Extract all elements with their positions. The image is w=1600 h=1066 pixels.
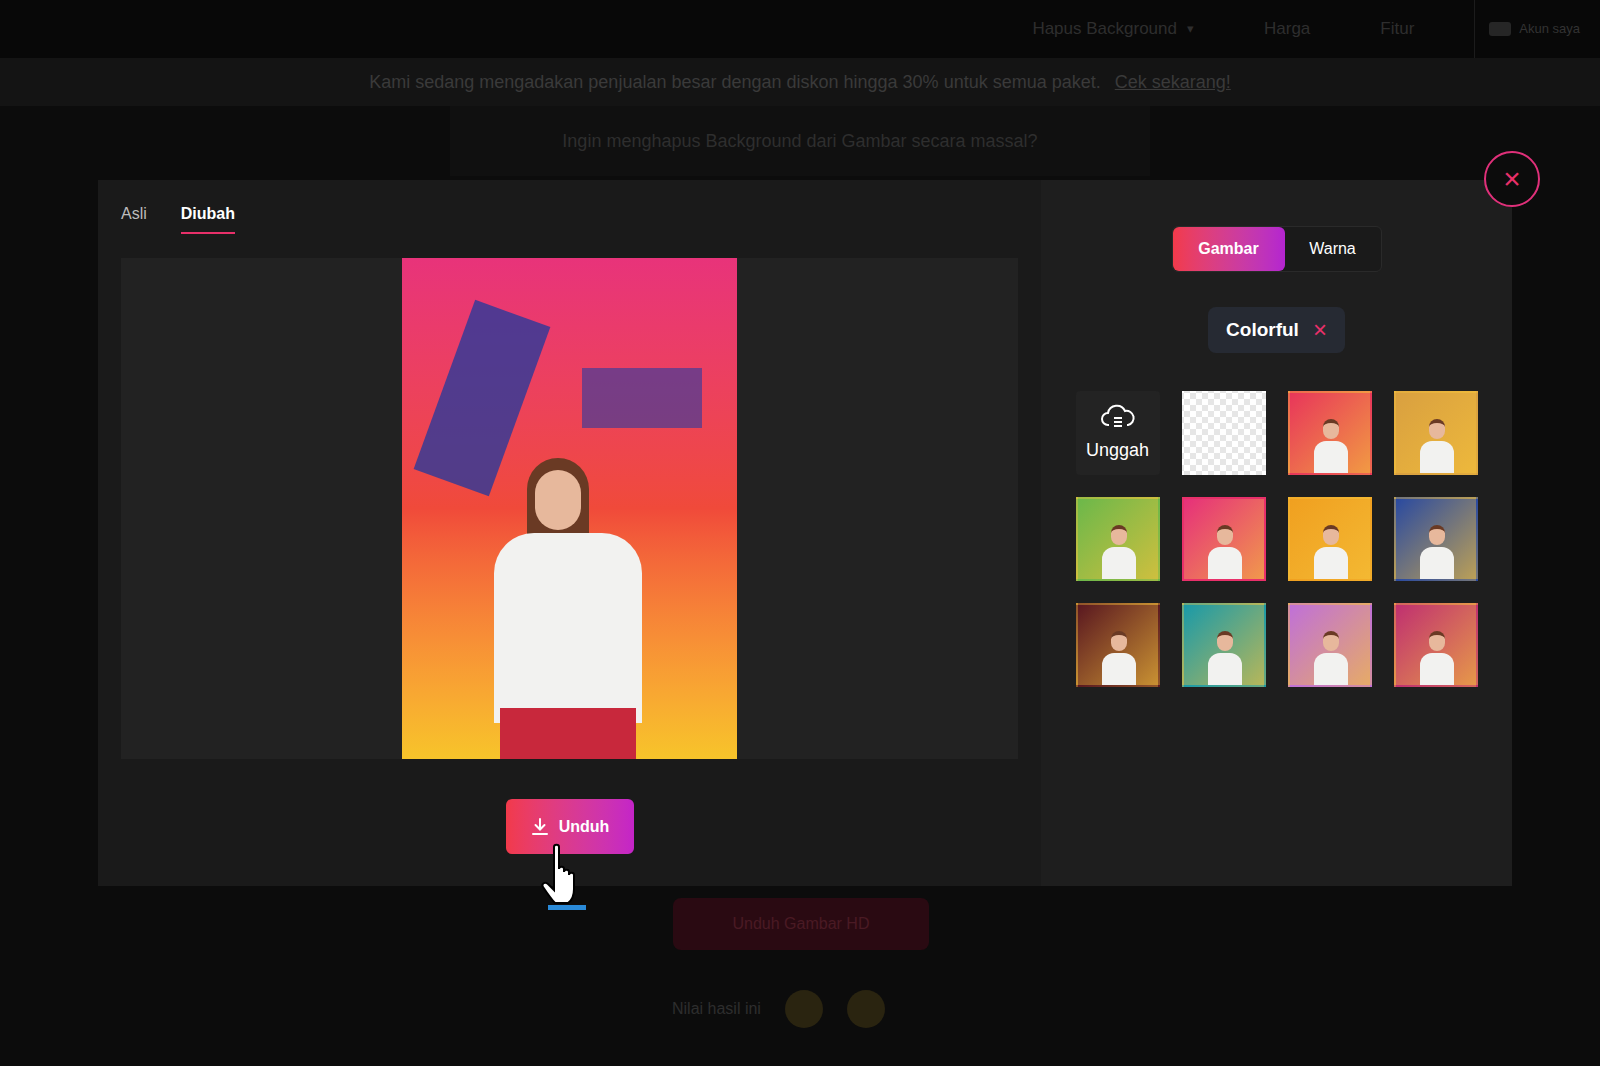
hand-cursor-icon	[540, 843, 588, 911]
person-head	[1217, 525, 1233, 545]
nav-items: Hapus Background ▾ Harga Fitur	[1032, 16, 1414, 42]
happy-face-icon[interactable]	[785, 990, 823, 1028]
download-label: Unduh	[559, 815, 610, 839]
nav-label: Hapus Background	[1032, 16, 1177, 42]
mode-tab[interactable]: Gambar	[1173, 227, 1285, 271]
person-head	[1217, 631, 1233, 651]
download-button[interactable]: Unduh	[506, 799, 634, 854]
person-body	[1208, 547, 1242, 581]
category-label: Colorful	[1226, 316, 1299, 345]
paint-stroke	[582, 368, 702, 428]
person-face	[535, 470, 581, 530]
bulk-heading: Ingin menghapus Background dari Gambar s…	[562, 128, 1037, 155]
person-shirt	[494, 533, 642, 723]
background-option[interactable]	[1394, 603, 1478, 687]
background-option[interactable]	[1394, 497, 1478, 581]
preview-area	[121, 258, 1018, 759]
page: Hapus Background ▾ Harga Fitur Akun saya Ka…	[0, 0, 1600, 1066]
upload-button[interactable]: Unggah	[1076, 391, 1160, 475]
background-option[interactable]	[1076, 497, 1160, 581]
view-tab[interactable]: Diubah	[181, 202, 235, 234]
person-head	[1111, 631, 1127, 651]
nav-item[interactable]: Hapus Background ▾	[1032, 16, 1194, 42]
rating: Nilai hasil ini	[672, 990, 885, 1028]
close-button[interactable]: ×	[1484, 151, 1540, 207]
person-head	[1429, 631, 1445, 651]
person-head	[1323, 419, 1339, 439]
top-nav: Hapus Background ▾ Harga Fitur Akun saya	[0, 0, 1600, 58]
person-body	[1420, 547, 1454, 581]
promo-banner: Kami sedang mengadakan penjualan besar d…	[0, 58, 1600, 106]
preview-image	[402, 258, 737, 759]
cloud-upload-icon	[1100, 403, 1136, 431]
download-row: Unduh	[121, 799, 1018, 854]
banner-link[interactable]: Cek sekarang!	[1115, 69, 1231, 96]
view-tabs: Asli Diubah	[121, 202, 1018, 234]
background-option[interactable]	[1076, 603, 1160, 687]
background-option[interactable]	[1182, 603, 1266, 687]
person-body	[1208, 653, 1242, 687]
person-body	[1102, 547, 1136, 581]
hd-download-button[interactable]: Unduh Gambar HD	[673, 898, 929, 950]
mode-tabs: GambarWarna	[1172, 226, 1382, 272]
nav-label: Fitur	[1380, 16, 1414, 42]
background-option[interactable]	[1288, 497, 1372, 581]
person-body	[1102, 653, 1136, 687]
person-head	[1111, 525, 1127, 545]
nav-item[interactable]: Harga	[1264, 16, 1310, 42]
mode-tab[interactable]: Warna	[1285, 227, 1381, 271]
person-body	[1314, 441, 1348, 475]
banner-text: Kami sedang mengadakan penjualan besar d…	[369, 69, 1101, 96]
close-label: ×	[1503, 164, 1521, 194]
nav-item[interactable]: Fitur	[1380, 16, 1414, 42]
editor-modal: Asli Diubah Unduh	[98, 180, 1512, 886]
person-head	[1323, 631, 1339, 651]
background-option[interactable]	[1288, 391, 1372, 475]
view-tab[interactable]: Asli	[121, 202, 147, 234]
hd-download-label: Unduh Gambar HD	[733, 912, 870, 936]
person-head	[1323, 525, 1339, 545]
background-option[interactable]	[1394, 391, 1478, 475]
sad-face-icon[interactable]	[847, 990, 885, 1028]
background-grid: Unggah	[1076, 391, 1478, 687]
person-head	[1429, 419, 1445, 439]
background-option[interactable]	[1182, 391, 1266, 475]
bulk-panel: Ingin menghapus Background dari Gambar s…	[450, 106, 1150, 176]
background-option[interactable]	[1288, 603, 1372, 687]
upload-label: Unggah	[1086, 437, 1149, 464]
background-option[interactable]	[1182, 497, 1266, 581]
category-chip: Colorful ×	[1208, 307, 1345, 353]
person-head	[1429, 525, 1445, 545]
person-skirt	[500, 708, 636, 759]
caret-icon: ▾	[1187, 19, 1194, 39]
person-body	[1314, 653, 1348, 687]
rating-label: Nilai hasil ini	[672, 997, 761, 1021]
nav-label: Harga	[1264, 16, 1310, 42]
clear-category-button[interactable]: ×	[1313, 318, 1327, 342]
paint-stroke	[414, 300, 551, 497]
avatar-icon	[1489, 22, 1511, 36]
person-body	[1420, 653, 1454, 687]
download-icon	[530, 817, 550, 837]
person-body	[1314, 547, 1348, 581]
preview-panel: Asli Diubah Unduh	[98, 180, 1041, 886]
account[interactable]: Akun saya	[1474, 0, 1580, 58]
person-body	[1420, 441, 1454, 475]
account-label: Akun saya	[1519, 19, 1580, 39]
background-panel: GambarWarna Colorful × Unggah	[1041, 180, 1512, 886]
